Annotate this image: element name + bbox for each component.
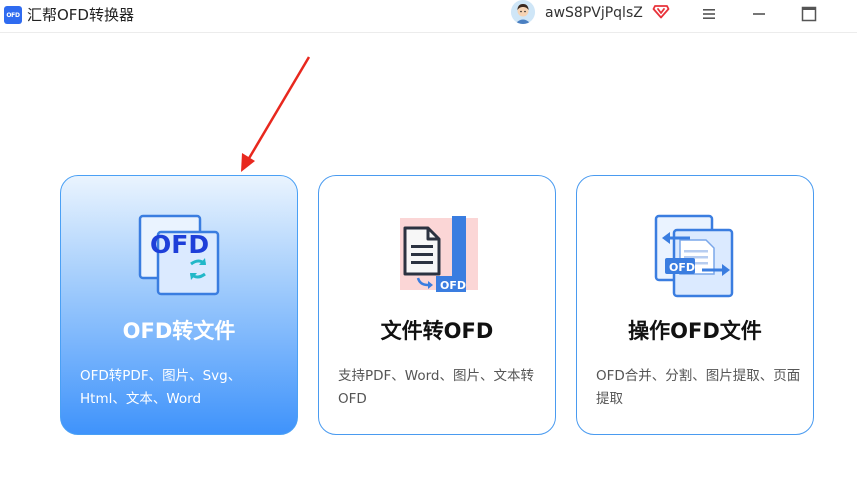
ofd-operate-icon: OFD (654, 214, 734, 298)
app-title: 汇帮OFD转换器 (27, 6, 134, 24)
avatar[interactable] (511, 0, 535, 24)
maximize-icon[interactable] (799, 4, 819, 24)
app-logo-text: OFD (6, 11, 20, 19)
ofd-convert-icon-label: OFD (150, 230, 209, 259)
card-title: OFD转文件 (122, 319, 236, 343)
document-to-ofd-icon: OFD (400, 216, 478, 292)
avatar-icon (511, 0, 535, 24)
card-title: 操作OFD文件 (628, 319, 762, 343)
document-to-ofd-icon-label: OFD (440, 279, 466, 292)
card-file-to-ofd[interactable]: OFD 文件转OFD 支持PDF、Word、图片、文本转OFD (318, 175, 556, 435)
vip-diamond-icon[interactable] (652, 2, 670, 20)
card-description: 支持PDF、Word、图片、文本转OFD (338, 368, 535, 407)
minimize-icon[interactable] (749, 4, 769, 24)
card-ofd-to-file[interactable]: OFD OFD转文件 OFD转PDF、图片、Svg、Html、文本、Word (60, 175, 298, 435)
app-logo-icon: OFD (4, 6, 22, 24)
menu-icon[interactable] (699, 4, 719, 24)
card-operate-ofd[interactable]: OFD 操作OFD文件 OFD合并、分割、图片提取、页面提取 (576, 175, 814, 435)
ofd-operate-icon-label: OFD (669, 261, 695, 274)
username[interactable]: awS8PVjPqlsZ (545, 4, 643, 22)
title-bar: OFD 汇帮OFD转换器 awS8PVjPqlsZ (0, 0, 857, 33)
card-title: 文件转OFD (380, 319, 494, 343)
card-description: OFD合并、分割、图片提取、页面提取 (596, 368, 801, 407)
ofd-convert-icon: OFD (138, 214, 220, 296)
card-description: OFD转PDF、图片、Svg、Html、文本、Word (80, 368, 242, 407)
